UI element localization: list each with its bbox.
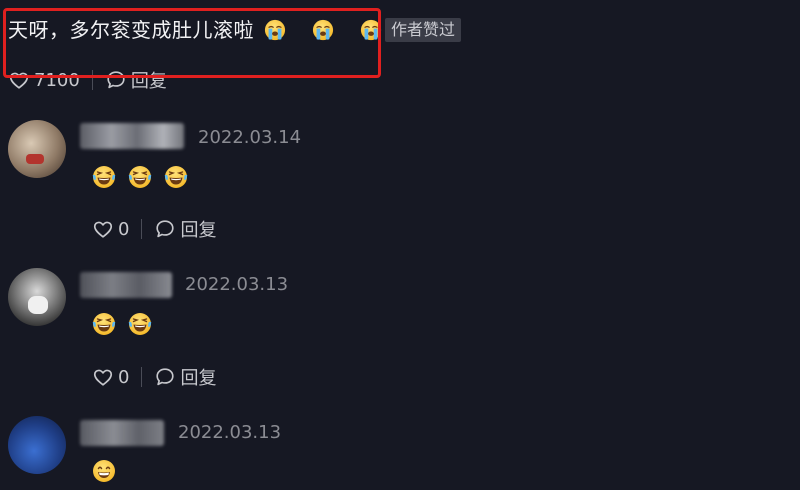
divider (141, 219, 143, 239)
top-comment: 天呀，多尔衮变成肚儿滚啦 (8, 16, 382, 44)
comment-actions: 0 回复 (92, 364, 216, 390)
laughing-tears-icon (164, 165, 188, 189)
avatar[interactable] (8, 268, 66, 326)
comment-content (92, 459, 116, 483)
username-blurred[interactable] (80, 123, 184, 149)
reply-button[interactable]: 回复 (105, 67, 167, 93)
comment-bubble-icon (154, 218, 176, 240)
top-comment-actions: 7100 回复 (8, 67, 167, 93)
comment-content (92, 165, 188, 189)
comment-date: 2022.03.13 (185, 274, 289, 295)
like-count: 7100 (34, 69, 80, 91)
reply-button[interactable]: 回复 (154, 364, 216, 390)
top-comment-text: 天呀，多尔衮变成肚儿滚啦 (8, 18, 254, 42)
divider (91, 70, 93, 90)
laughing-tears-icon (92, 165, 116, 189)
reply-label: 回复 (180, 368, 217, 389)
avatar[interactable] (8, 416, 66, 474)
comment-actions: 0 回复 (92, 216, 216, 242)
comment-content (92, 312, 152, 336)
reply-label: 回复 (130, 71, 167, 92)
like-button[interactable]: 0 (92, 218, 129, 240)
laughing-tears-icon (128, 312, 152, 336)
comment-bubble-icon (105, 69, 127, 91)
like-button[interactable]: 0 (92, 366, 129, 388)
heart-icon (8, 69, 30, 91)
username-blurred[interactable] (80, 420, 164, 446)
username-blurred[interactable] (80, 272, 172, 298)
like-count: 0 (118, 218, 130, 240)
avatar[interactable] (8, 120, 66, 178)
comment-date: 2022.03.14 (198, 127, 302, 148)
comment-date: 2022.03.13 (178, 422, 282, 443)
comment-bubble-icon (154, 366, 176, 388)
like-count: 0 (118, 366, 130, 388)
like-button[interactable]: 7100 (8, 69, 80, 91)
heart-icon (92, 218, 114, 240)
reply-label: 回复 (180, 220, 217, 241)
grinning-face-icon (92, 459, 116, 483)
laughing-tears-icon (92, 312, 116, 336)
crying-face-icon (264, 19, 286, 41)
reply-button[interactable]: 回复 (154, 216, 216, 242)
laughing-tears-icon (128, 165, 152, 189)
divider (141, 367, 143, 387)
crying-face-icon (312, 19, 334, 41)
heart-icon (92, 366, 114, 388)
author-liked-badge: 作者赞过 (385, 18, 462, 42)
crying-face-icon (360, 19, 382, 41)
